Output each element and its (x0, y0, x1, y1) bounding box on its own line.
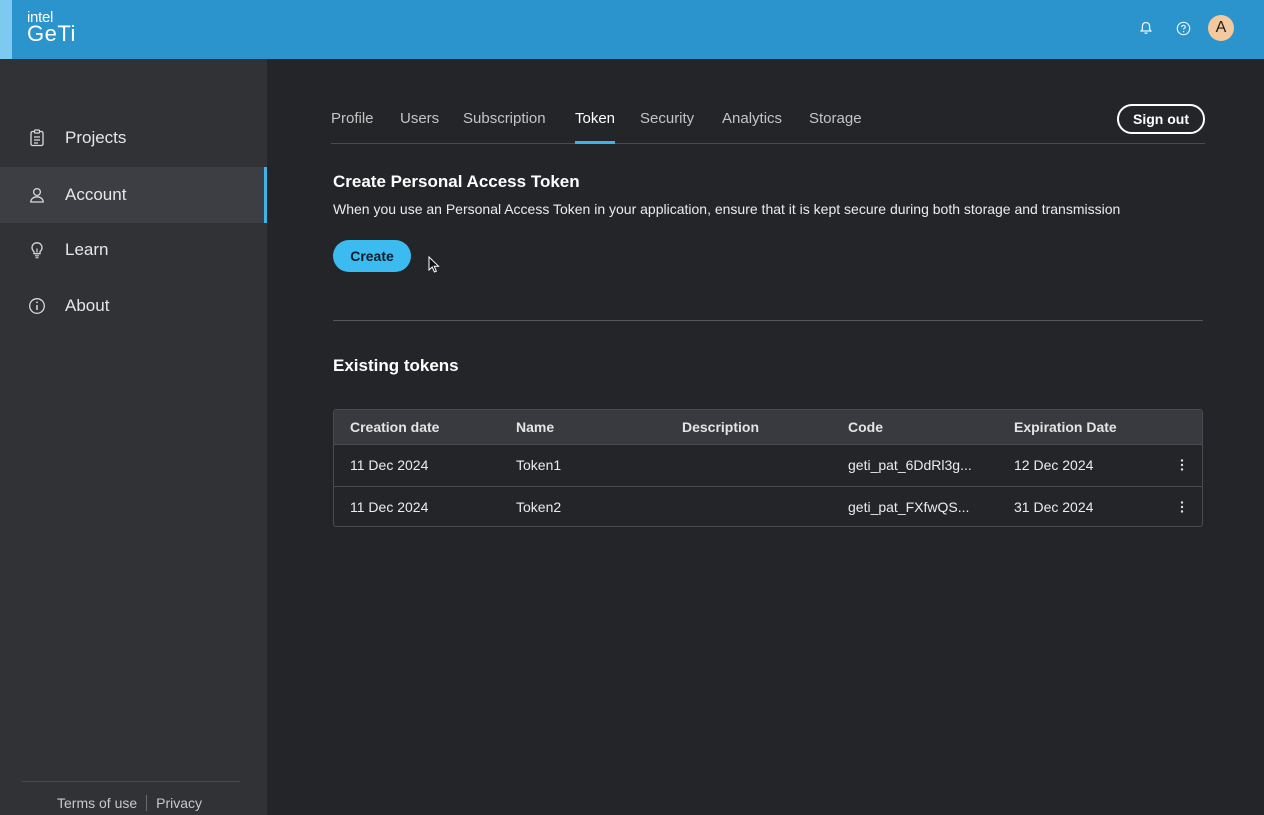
table-row: 11 Dec 2024 Token1 geti_pat_6DdRl3g... 1… (334, 445, 1202, 486)
create-token-heading: Create Personal Access Token (333, 172, 580, 191)
column-header-code[interactable]: Code (848, 419, 883, 435)
tab-analytics[interactable]: Analytics (722, 110, 782, 143)
info-icon (29, 298, 45, 314)
table-row: 11 Dec 2024 Token2 geti_pat_FXfwQS... 31… (334, 486, 1202, 527)
tab-subscription[interactable]: Subscription (463, 110, 546, 143)
cell-code: geti_pat_6DdRl3g... (848, 457, 972, 473)
terms-of-use-link[interactable]: Terms of use (57, 795, 137, 811)
cell-expiration-date: 12 Dec 2024 (1014, 457, 1094, 473)
sidebar-item-about[interactable]: About (0, 278, 267, 334)
tab-security[interactable]: Security (640, 110, 694, 143)
geti-logo[interactable]: intel GeTi (27, 10, 76, 45)
clipboard-icon (30, 129, 44, 147)
account-tabs: Profile Users Subscription Token Securit… (331, 104, 1205, 144)
tab-users[interactable]: Users (400, 110, 439, 143)
column-header-name[interactable]: Name (516, 419, 554, 435)
create-token-description: When you use an Personal Access Token in… (333, 201, 1121, 217)
sidebar-item-label: Account (65, 185, 127, 204)
sidebar: Projects Account Learn About Terms of us… (0, 59, 267, 815)
cell-name: Token1 (516, 457, 562, 473)
lightbulb-icon (31, 242, 43, 259)
top-header: intel GeTi A (0, 0, 1264, 59)
footer-divider (22, 781, 240, 782)
sign-out-button[interactable]: Sign out (1117, 104, 1205, 134)
sidebar-item-label: Learn (65, 240, 109, 259)
sidebar-footer: Terms of use Privacy (57, 795, 202, 811)
notification-bell-icon[interactable] (1135, 17, 1157, 39)
tab-token[interactable]: Token (575, 110, 616, 144)
table-header: Creation date Name Description Code Expi… (334, 410, 1202, 445)
sidebar-item-label: Projects (65, 128, 127, 147)
sidebar-item-learn[interactable]: Learn (0, 222, 267, 278)
logo-accent-bar (0, 0, 12, 59)
tokens-table: Creation date Name Description Code Expi… (333, 409, 1203, 527)
section-divider (333, 320, 1203, 321)
cell-expiration-date: 31 Dec 2024 (1014, 499, 1094, 515)
user-icon (30, 187, 44, 203)
create-token-button[interactable]: Create (333, 240, 411, 272)
sidebar-item-account[interactable]: Account (0, 167, 267, 223)
tab-storage[interactable]: Storage (809, 110, 862, 143)
column-header-description[interactable]: Description (682, 419, 759, 435)
privacy-link[interactable]: Privacy (156, 795, 202, 811)
help-icon[interactable] (1172, 17, 1194, 39)
sidebar-item-projects[interactable]: Projects (0, 110, 267, 166)
column-header-creation-date[interactable]: Creation date (350, 419, 439, 435)
sidebar-item-label: About (65, 296, 110, 315)
cell-creation-date: 11 Dec 2024 (350, 499, 429, 515)
user-avatar[interactable]: A (1208, 15, 1234, 41)
tab-profile[interactable]: Profile (331, 110, 374, 143)
column-header-expiration-date[interactable]: Expiration Date (1014, 419, 1117, 435)
existing-tokens-heading: Existing tokens (333, 356, 459, 375)
footer-separator (146, 795, 148, 811)
row-actions-menu-icon[interactable] (1172, 455, 1192, 475)
logo-text-geti: GeTi (27, 21, 76, 46)
row-actions-menu-icon[interactable] (1172, 497, 1192, 517)
mouse-cursor-icon (428, 256, 440, 273)
cell-creation-date: 11 Dec 2024 (350, 457, 429, 473)
cell-code: geti_pat_FXfwQS... (848, 499, 970, 515)
cell-name: Token2 (516, 499, 562, 515)
